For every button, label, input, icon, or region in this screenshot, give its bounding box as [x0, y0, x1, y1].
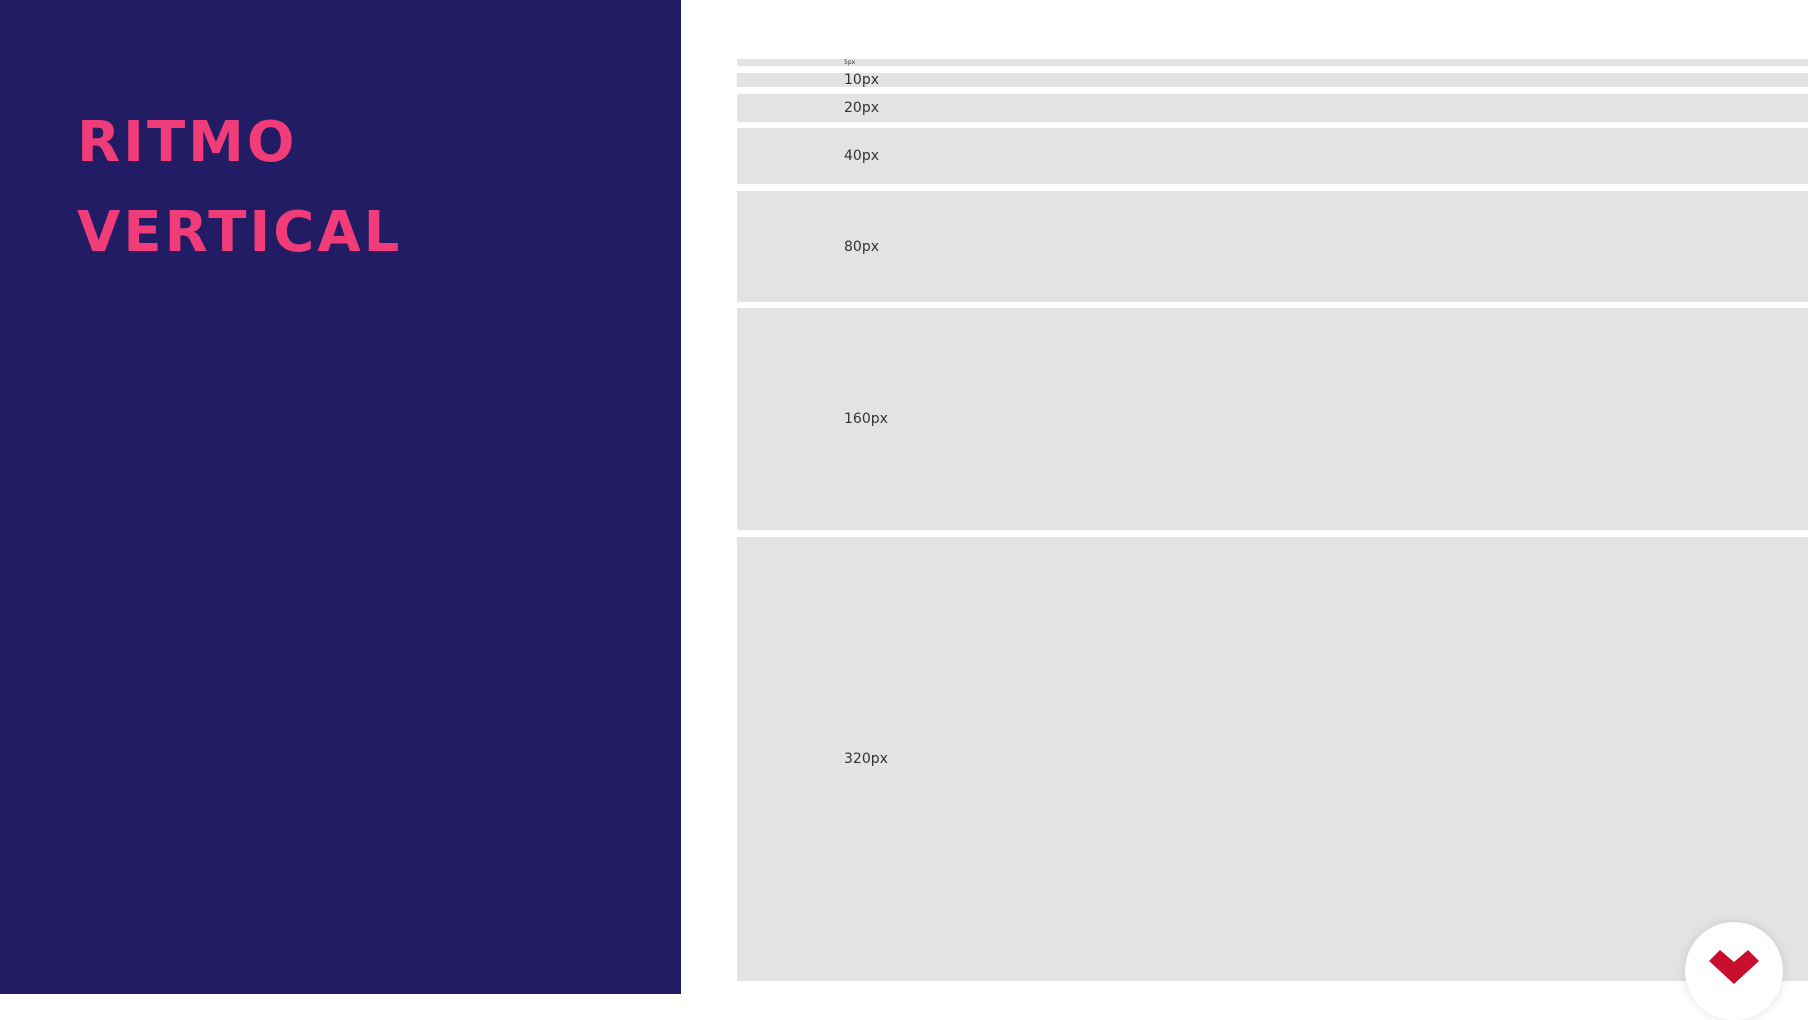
slide-title-line-1: RITMO — [77, 110, 298, 175]
spacing-bar-40px: 40px — [737, 128, 1808, 184]
spacing-bar-320px: 320px — [737, 537, 1808, 981]
spacing-bar-label: 10px — [844, 72, 879, 88]
spacing-bar-label: 80px — [844, 238, 879, 255]
spacing-bar-label: 40px — [844, 148, 879, 164]
brand-chevron-heart-icon — [1709, 950, 1759, 984]
spacing-bar-20px: 20px — [737, 94, 1808, 122]
spacing-bar-label: 320px — [844, 751, 888, 767]
slide-title-line-2: VERTICAL — [77, 200, 403, 265]
spacing-bar-160px: 160px — [737, 308, 1808, 530]
brand-logo-badge — [1685, 922, 1783, 1020]
spacing-bar-10px: 10px — [737, 73, 1808, 87]
spacing-bar-label: 20px — [844, 100, 879, 116]
spacing-bar-80px: 80px — [737, 191, 1808, 302]
spacing-bar-5px: 5px — [737, 59, 1808, 66]
title-panel: RITMO VERTICAL — [0, 0, 681, 994]
spacing-bar-label: 5px — [844, 58, 856, 66]
slide-title: RITMO VERTICAL — [77, 98, 402, 278]
spacing-bar-label: 160px — [844, 411, 888, 427]
